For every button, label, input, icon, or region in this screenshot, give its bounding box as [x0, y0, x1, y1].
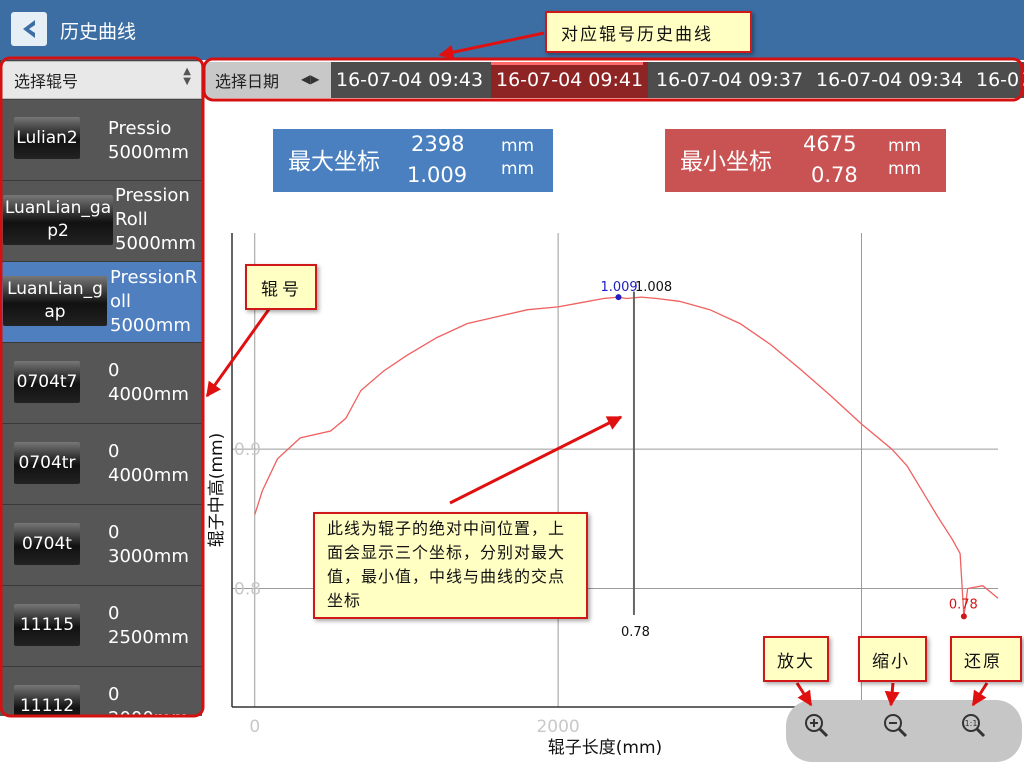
reset-note: 还原 — [950, 636, 1022, 682]
roll-item-spec: PressionR oll 5000mm — [110, 267, 198, 336]
date-picker-label: 选择日期 — [215, 72, 280, 91]
max-coordinate-box: 最大坐标 2398 1.009 mm mm — [273, 129, 553, 192]
date-tab-3[interactable]: 16-07-04 09:34 — [816, 62, 963, 98]
date-bar: 选择日期 ◀▶ 16-07-04 09:43 16-07-04 09:41 16… — [205, 62, 1024, 98]
roll-note-text: 辊号 — [261, 280, 303, 300]
center-line-note: 此线为辊子的绝对中间位置，上面会显示三个坐标，分别对最大值，最小值，中线与曲线的… — [313, 512, 588, 619]
center-line-top-label: 1.008 — [635, 280, 672, 295]
data-point-label: 0.78 — [949, 597, 978, 612]
zoom-in-label: 放大 — [777, 652, 815, 672]
zoom-reset-icon[interactable]: 1:1 — [960, 712, 986, 738]
date-tab-4[interactable]: 16-07 — [976, 62, 1024, 98]
max-x-value: 2398 — [411, 132, 465, 156]
date-picker[interactable]: 选择日期 ◀▶ — [205, 62, 331, 98]
roll-profile-chart[interactable]: 0200040000.80.91.0080.781.0090.78辊子长度(mm… — [202, 225, 1024, 763]
min-coordinate-box: 最小坐标 4675 0.78 mm mm — [665, 129, 946, 192]
roll-item[interactable]: 0704t 0 3000mm — [0, 505, 202, 586]
roll-note: 辊号 — [245, 264, 317, 310]
back-button[interactable] — [11, 12, 47, 46]
max-box-label: 最大坐标 — [288, 149, 380, 175]
sort-arrows-icon: ▲ ▼ — [183, 66, 191, 87]
roll-item[interactable]: 11115 0 2500mm — [0, 586, 202, 667]
roll-item-name: LuanLian_ga p2 — [3, 195, 113, 245]
date-tab-0[interactable]: 16-07-04 09:43 — [336, 62, 483, 98]
svg-text:1:1: 1:1 — [965, 719, 978, 728]
title-note-text: 对应辊号历史曲线 — [561, 25, 713, 45]
roll-item-spec: 0 2500mm — [108, 603, 189, 648]
roll-item-name: 0704t — [14, 523, 80, 565]
roll-item-spec: 0 4000mm — [108, 360, 189, 405]
roll-item-name: 0704tr — [14, 442, 80, 484]
max-y-unit: mm — [501, 159, 535, 179]
zoom-controls: 1:1 — [786, 700, 1022, 762]
roll-item-name: LuanLian_g ap — [3, 276, 107, 326]
min-box-label: 最小坐标 — [680, 149, 772, 175]
roll-item[interactable]: LuanLian_ga p2 Pression Roll 5000mm — [0, 181, 202, 262]
roll-item[interactable]: Lulian2 Pressio 5000mm — [0, 100, 202, 181]
data-point-label: 1.009 — [600, 280, 637, 295]
back-icon — [23, 20, 35, 38]
roll-item-name: 0704t7 — [14, 361, 80, 403]
roll-item-selected[interactable]: LuanLian_g ap PressionR oll 5000mm — [0, 262, 202, 343]
max-x-unit: mm — [501, 136, 535, 156]
roll-item-spec: Pression Roll 5000mm — [115, 185, 196, 254]
min-y-unit: mm — [888, 159, 922, 179]
roll-sidebar: 选择辊号 ▲ ▼ Lulian2 Pressio 5000mm LuanLian_… — [0, 60, 202, 716]
roll-item-spec: 0 2000mm — [108, 684, 189, 716]
page-title: 历史曲线 — [60, 21, 137, 43]
min-x-value: 4675 — [803, 132, 857, 156]
roll-item[interactable]: 11112 0 2000mm — [0, 667, 202, 716]
roll-item-spec: Pressio 5000mm — [108, 118, 189, 163]
y-axis-label: 辊子中高(mm) — [207, 433, 227, 547]
zoom-in-icon[interactable] — [803, 712, 829, 738]
title-note: 对应辊号历史曲线 — [545, 11, 752, 53]
date-tab-2[interactable]: 16-07-04 09:37 — [656, 62, 803, 98]
x-tick-label: 0 — [249, 717, 260, 737]
max-y-value: 1.009 — [407, 163, 468, 187]
x-axis-label: 辊子长度(mm) — [548, 738, 662, 758]
min-y-value: 0.78 — [811, 163, 858, 187]
roll-item-spec: 0 4000mm — [108, 441, 189, 486]
left-right-arrows-icon: ◀▶ — [301, 72, 320, 86]
x-tick-label: 2000 — [536, 717, 579, 737]
title-bar: 历史曲线 — [0, 0, 1024, 60]
zoom-in-note: 放大 — [763, 636, 829, 682]
roll-item-spec: 0 3000mm — [108, 522, 189, 567]
zoom-out-label: 缩小 — [872, 652, 910, 672]
roll-select-label: 选择辊号 — [14, 72, 79, 91]
center-line-bottom-label: 0.78 — [621, 625, 650, 640]
y-tick-label: 0.8 — [234, 580, 261, 600]
zoom-out-note: 缩小 — [858, 636, 927, 682]
y-tick-label: 0.9 — [234, 440, 261, 460]
roll-item-name: 11112 — [14, 685, 80, 716]
roll-item-name: 11115 — [14, 604, 80, 646]
roll-item-name: Lulian2 — [14, 117, 80, 159]
min-x-unit: mm — [888, 136, 922, 156]
roll-item[interactable]: 0704t7 0 4000mm — [0, 343, 202, 424]
data-point-marker — [960, 613, 967, 620]
reset-label: 还原 — [964, 652, 1002, 672]
roll-select[interactable]: 选择辊号 ▲ ▼ — [1, 61, 202, 99]
date-tab-active[interactable]: 16-07-04 09:41 — [491, 62, 649, 98]
zoom-out-icon[interactable] — [882, 712, 908, 738]
active-date-indicator — [491, 62, 643, 65]
center-line-note-text: 此线为辊子的绝对中间位置，上面会显示三个坐标，分别对最大值，最小值，中线与曲线的… — [327, 519, 566, 610]
roll-item[interactable]: 0704tr 0 4000mm — [0, 424, 202, 505]
